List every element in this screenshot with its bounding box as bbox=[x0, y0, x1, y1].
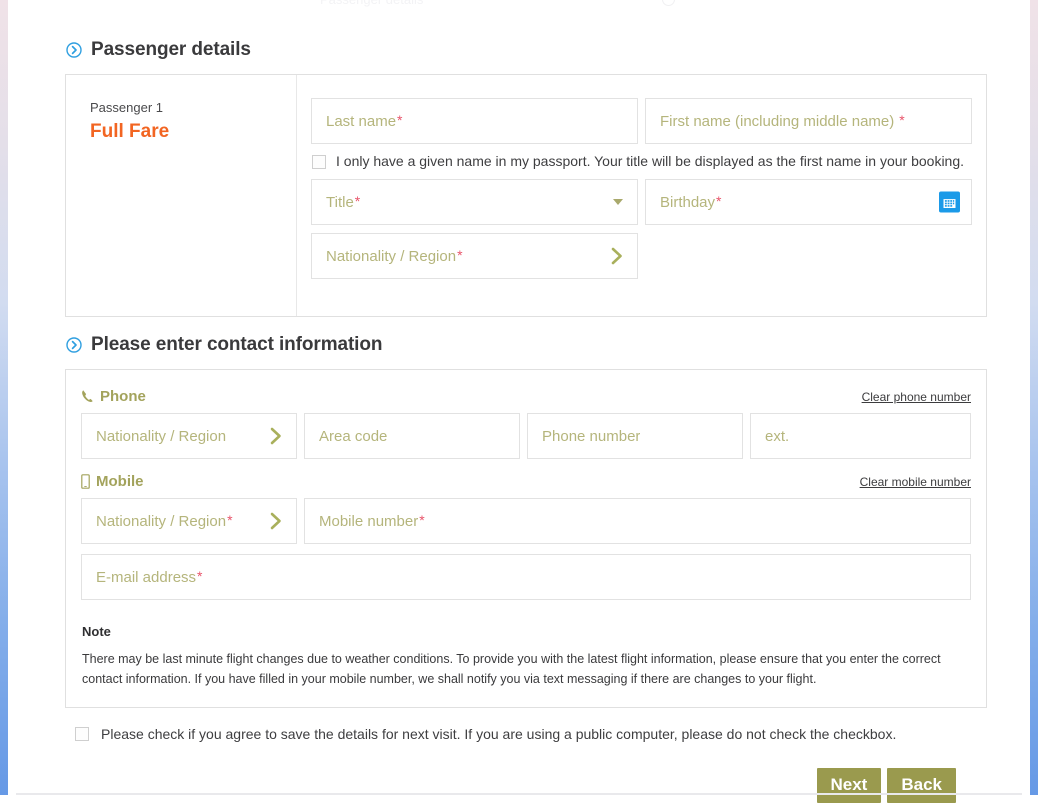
first-name-placeholder: First name (including middle name) bbox=[660, 112, 895, 130]
required-asterisk: * bbox=[457, 247, 463, 263]
required-asterisk: * bbox=[419, 512, 425, 528]
given-name-only-checkbox[interactable] bbox=[312, 155, 326, 169]
page-edge-gradient-left bbox=[0, 0, 8, 795]
phone-fields-row: Nationality / Region Area code Phone num… bbox=[81, 413, 971, 459]
contact-section-title: Please enter contact information bbox=[91, 334, 383, 355]
email-row: E-mail address * bbox=[81, 554, 971, 600]
save-details-row[interactable]: Please check if you agree to save the de… bbox=[75, 725, 987, 744]
next-button[interactable]: Next bbox=[816, 768, 882, 803]
mobile-group-header: Mobile Clear mobile number bbox=[81, 473, 971, 490]
phone-number-input[interactable]: Phone number bbox=[527, 413, 743, 459]
mobile-group-label-wrap: Mobile bbox=[81, 473, 144, 490]
circle-chevron-right-icon bbox=[66, 42, 82, 58]
phone-group-label-wrap: Phone bbox=[81, 388, 146, 405]
mobile-nationality-select[interactable]: Nationality / Region * bbox=[81, 498, 297, 544]
email-input[interactable]: E-mail address * bbox=[81, 554, 971, 600]
fare-type-label: Full Fare bbox=[90, 121, 170, 142]
passenger-index-label: Passenger 1 bbox=[90, 100, 163, 115]
last-name-input[interactable]: Last name * bbox=[311, 98, 638, 144]
phone-handset-icon bbox=[82, 390, 93, 402]
form-actions: Next Back bbox=[65, 768, 987, 803]
phone-ext-placeholder: ext. bbox=[765, 427, 790, 445]
booking-page: Passenger details Passenger details Pass… bbox=[8, 0, 1030, 803]
required-asterisk: * bbox=[716, 193, 722, 209]
chevron-down-icon bbox=[613, 199, 623, 205]
circle-outline-icon bbox=[662, 0, 675, 6]
page-edge-gradient-right bbox=[1030, 0, 1038, 795]
note-body: There may be last minute flight changes … bbox=[82, 652, 941, 686]
contact-information-heading: Please enter contact information bbox=[66, 334, 987, 356]
chevron-right-icon bbox=[611, 247, 622, 265]
scrolled-off-header-remnant: Passenger details bbox=[65, 0, 987, 22]
email-placeholder: E-mail address bbox=[96, 568, 197, 586]
note-title: Note bbox=[82, 624, 111, 639]
required-asterisk: * bbox=[397, 112, 403, 128]
passenger-form: Last name * First name (including middle … bbox=[297, 75, 986, 316]
required-asterisk: * bbox=[197, 568, 203, 584]
calendar-icon[interactable] bbox=[939, 191, 960, 213]
page-content: Passenger details Passenger details Pass… bbox=[65, 0, 987, 803]
passenger-panel: Passenger 1 Full Fare Last name * First n… bbox=[65, 74, 987, 317]
mobile-group-label: Mobile bbox=[96, 473, 144, 490]
required-asterisk: * bbox=[354, 193, 361, 209]
passenger-details-heading: Passenger details bbox=[66, 39, 987, 61]
nationality-row: Nationality / Region * bbox=[311, 233, 972, 279]
phone-group-label: Phone bbox=[100, 388, 146, 405]
passenger-summary: Passenger 1 Full Fare bbox=[66, 75, 297, 316]
area-code-input[interactable]: Area code bbox=[304, 413, 520, 459]
title-select[interactable]: Title * bbox=[311, 179, 638, 225]
birthday-placeholder: Birthday bbox=[660, 193, 716, 211]
mobile-number-input[interactable]: Mobile number * bbox=[304, 498, 971, 544]
phone-ext-input[interactable]: ext. bbox=[750, 413, 971, 459]
name-row: Last name * First name (including middle … bbox=[311, 98, 972, 144]
area-code-placeholder: Area code bbox=[319, 427, 388, 445]
mobile-nationality-placeholder: Nationality / Region bbox=[96, 512, 227, 530]
phone-number-placeholder: Phone number bbox=[542, 427, 641, 445]
phone-nationality-select[interactable]: Nationality / Region bbox=[81, 413, 297, 459]
nationality-placeholder: Nationality / Region bbox=[326, 247, 457, 265]
clear-phone-number-link[interactable]: Clear phone number bbox=[862, 390, 971, 404]
mobile-phone-icon bbox=[81, 474, 90, 489]
passenger-nationality-select[interactable]: Nationality / Region * bbox=[311, 233, 638, 279]
required-asterisk: * bbox=[227, 512, 233, 528]
ghost-header-text: Passenger details bbox=[320, 0, 423, 7]
first-name-input[interactable]: First name (including middle name) * bbox=[645, 98, 972, 144]
birthday-input[interactable]: Birthday * bbox=[645, 179, 972, 225]
last-name-placeholder: Last name bbox=[326, 112, 397, 130]
given-name-only-row[interactable]: I only have a given name in my passport.… bbox=[312, 152, 972, 171]
contact-panel: Phone Clear phone number Nationality / R… bbox=[65, 369, 987, 708]
save-details-checkbox[interactable] bbox=[75, 727, 89, 741]
phone-group-header: Phone Clear phone number bbox=[81, 388, 971, 405]
save-details-label: Please check if you agree to save the de… bbox=[101, 726, 897, 742]
chevron-right-icon bbox=[270, 427, 281, 445]
required-asterisk: * bbox=[899, 112, 905, 128]
given-name-only-label: I only have a given name in my passport.… bbox=[336, 153, 965, 169]
chevron-right-icon bbox=[270, 512, 281, 530]
circle-chevron-right-icon bbox=[66, 337, 82, 353]
back-button[interactable]: Back bbox=[887, 768, 956, 803]
mobile-number-placeholder: Mobile number bbox=[319, 512, 419, 530]
page-title: Passenger details bbox=[91, 39, 251, 60]
title-placeholder: Title bbox=[326, 193, 354, 211]
mobile-fields-row: Nationality / Region * Mobile number * bbox=[81, 498, 971, 544]
phone-nationality-placeholder: Nationality / Region bbox=[96, 427, 227, 445]
clear-mobile-number-link[interactable]: Clear mobile number bbox=[860, 475, 971, 489]
title-birthday-row: Title * Birthday * bbox=[311, 179, 972, 225]
